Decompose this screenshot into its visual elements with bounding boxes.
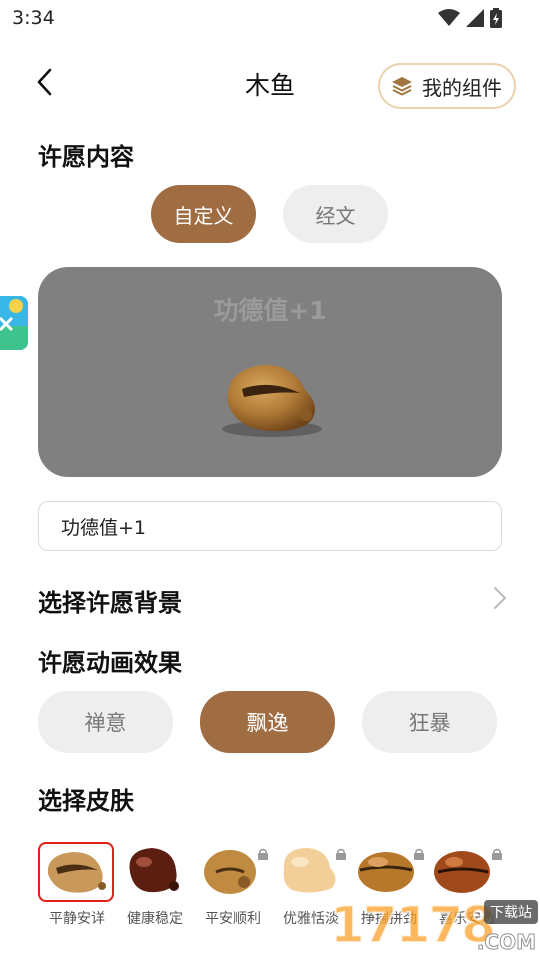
- wooden-fish-skin-image: [434, 851, 490, 893]
- lock-icon: [414, 848, 424, 860]
- wooden-fish-skin-image: [47, 852, 106, 893]
- wooden-fish-skin-image: [204, 850, 256, 894]
- wish-content-title: 许愿内容: [38, 143, 134, 171]
- preview-merit-text: 功德值+1: [213, 296, 327, 325]
- layers-icon: [392, 77, 412, 96]
- animation-effect-title: 许愿动画效果: [38, 649, 182, 677]
- site-watermark: 17178 下载站 .COM: [329, 895, 540, 960]
- lock-icon: [258, 848, 268, 860]
- skin-thumbnail: [116, 842, 192, 902]
- wooden-fish-skin-image: [283, 848, 336, 893]
- status-time: 3:34: [12, 7, 55, 29]
- status-bar: 3:34: [0, 0, 540, 38]
- lock-icon: [492, 848, 502, 860]
- chevron-right-icon: [494, 587, 507, 609]
- animation-option-wild[interactable]: 狂暴: [362, 691, 497, 753]
- wooden-fish-skin-image: [358, 852, 414, 892]
- skin-label: 平安顺利: [205, 911, 261, 927]
- header: 木鱼 我的组件: [0, 56, 540, 112]
- image-icon: [0, 296, 28, 350]
- skin-label: 平静安详: [49, 911, 105, 927]
- skin-item[interactable]: 健康稳定: [116, 842, 192, 932]
- watermark-digits: 17178: [329, 895, 497, 955]
- battery-icon: [490, 8, 502, 28]
- select-background-row[interactable]: 选择许愿背景: [0, 575, 540, 621]
- watermark-tag: 下载站: [484, 900, 538, 924]
- watermark-suffix: .COM: [476, 930, 536, 955]
- wooden-fish-image: [222, 364, 322, 437]
- select-background-label: 选择许愿背景: [38, 589, 182, 617]
- signal-icon: [466, 9, 484, 27]
- animation-option-elegant[interactable]: 飘逸: [200, 691, 335, 753]
- wish-preview: 功德值+1: [38, 267, 502, 477]
- lock-icon: [336, 848, 346, 860]
- status-icons: [438, 8, 502, 28]
- tab-scripture[interactable]: 经文: [283, 185, 388, 243]
- wifi-icon: [438, 9, 460, 26]
- wish-text-input[interactable]: 功德值+1: [38, 501, 502, 551]
- my-widgets-button[interactable]: 我的组件: [378, 63, 516, 109]
- skin-thumbnail-selected: [38, 842, 114, 902]
- select-skin-title: 选择皮肤: [38, 787, 134, 815]
- skin-item[interactable]: 平静安详: [38, 842, 114, 932]
- skin-label: 健康稳定: [127, 911, 183, 927]
- skin-item[interactable]: 平安顺利: [194, 842, 270, 932]
- animation-option-zen[interactable]: 禅意: [38, 691, 173, 753]
- my-widgets-label: 我的组件: [422, 75, 502, 100]
- wooden-fish-skin-image: [129, 848, 179, 893]
- floating-image-button[interactable]: [0, 296, 28, 350]
- tab-custom[interactable]: 自定义: [151, 185, 256, 243]
